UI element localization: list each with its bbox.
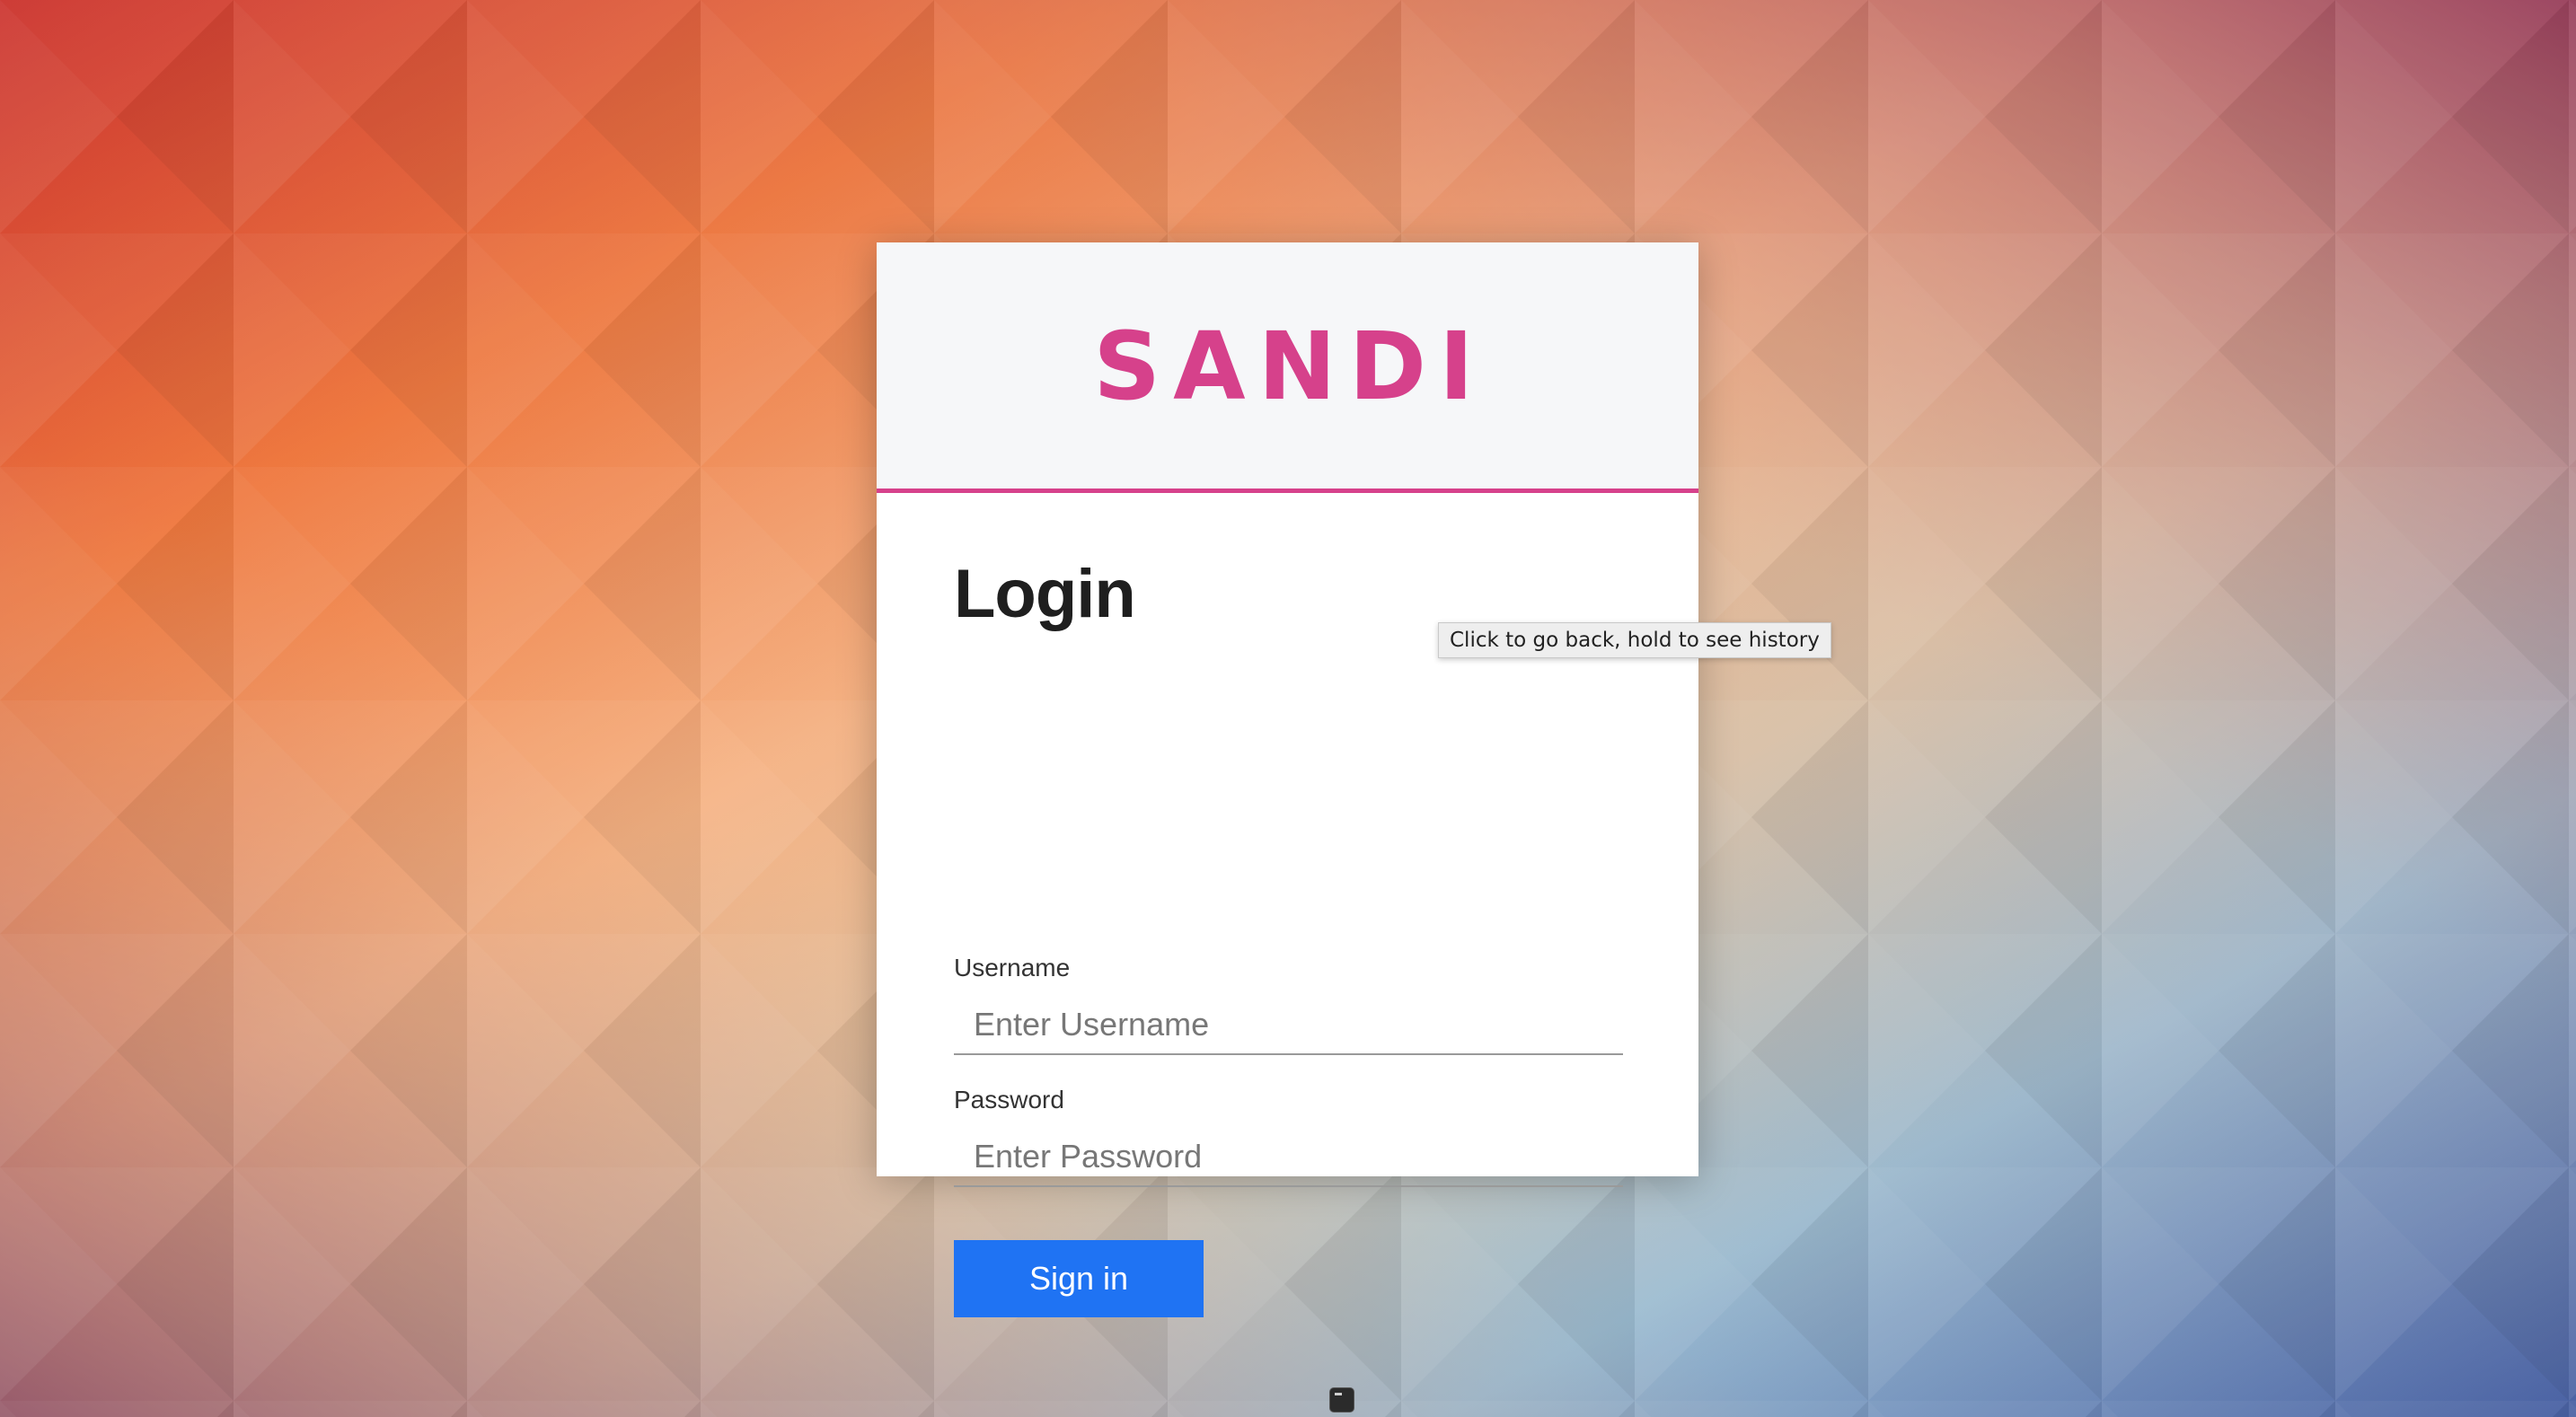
page-title: Login: [954, 556, 1136, 632]
password-input[interactable]: [954, 1128, 1623, 1187]
logo-text: SANDI: [1093, 312, 1486, 421]
terminal-icon[interactable]: [1329, 1387, 1354, 1413]
login-card: SANDI Login Username Password Sign in: [877, 242, 1698, 1317]
username-input[interactable]: [954, 996, 1623, 1055]
card-header: SANDI: [877, 242, 1698, 493]
back-button-tooltip: Click to go back, hold to see history: [1438, 622, 1831, 658]
password-label: Password: [954, 1086, 1064, 1113]
sign-in-button[interactable]: Sign in: [954, 1240, 1204, 1317]
username-label: Username: [954, 954, 1071, 981]
sandi-logo: SANDI: [1092, 312, 1487, 421]
